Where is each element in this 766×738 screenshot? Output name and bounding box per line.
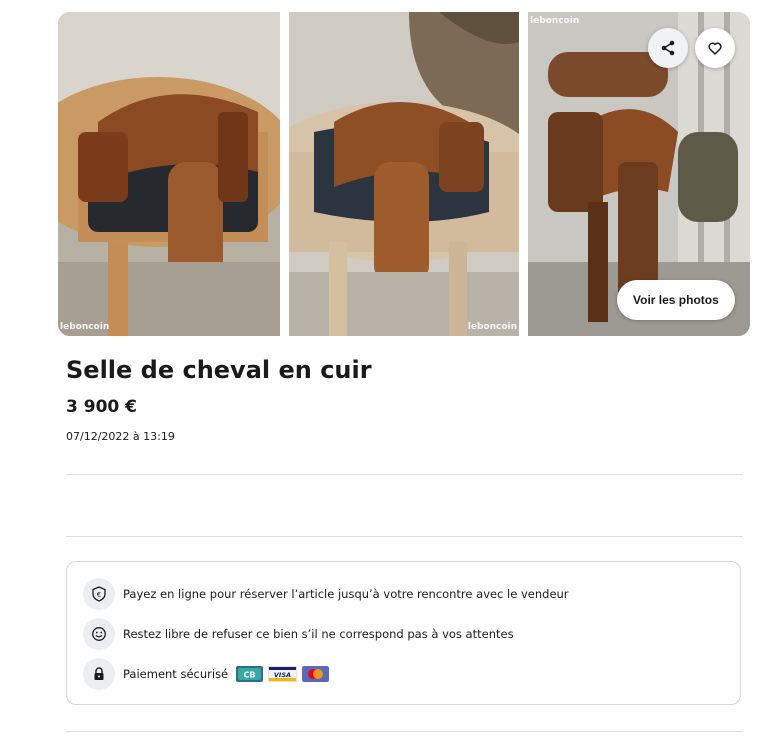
listing-photo-2[interactable]: leboncoin: [289, 12, 519, 336]
cb-card-icon: CB: [236, 666, 264, 682]
watermark: leboncoin: [467, 322, 517, 332]
heart-icon: [708, 42, 722, 55]
euro-shield-icon: €: [83, 578, 115, 610]
payment-info-text: Restez libre de refuser ce bien s’il ne …: [123, 627, 514, 641]
divider: [66, 536, 743, 537]
svg-text:€: €: [97, 591, 101, 599]
svg-text:CB: CB: [244, 671, 256, 680]
mastercard-card-icon: [302, 666, 330, 682]
favorite-button[interactable]: [695, 28, 735, 68]
listing-price: 3 900 €: [66, 397, 137, 417]
lock-icon: [83, 658, 115, 690]
share-button[interactable]: [648, 28, 688, 68]
divider: [66, 731, 743, 732]
photo-gallery[interactable]: leboncoin leboncoin leboncoin Voir les p…: [58, 12, 750, 336]
visa-card-icon: VISA: [268, 666, 298, 682]
listing-date: 07/12/2022 à 13:19: [66, 430, 175, 443]
view-photos-button[interactable]: Voir les photos: [617, 280, 735, 320]
watermark: leboncoin: [530, 16, 580, 26]
secure-payment-card: € Payez en ligne pour réserver l’article…: [66, 561, 741, 705]
payment-info-text: Payez en ligne pour réserver l’article j…: [123, 587, 569, 601]
share-icon: [661, 40, 675, 56]
payment-info-row: Restez libre de refuser ce bien s’il ne …: [83, 618, 514, 650]
smile-icon: [83, 618, 115, 650]
payment-info-row: € Payez en ligne pour réserver l’article…: [83, 578, 569, 610]
listing-photo-1[interactable]: leboncoin: [58, 12, 280, 336]
listing-title: Selle de cheval en cuir: [66, 356, 372, 384]
payment-info-row: Paiement sécurisé CB VISA: [83, 658, 330, 690]
secure-payment-label: Paiement sécurisé: [123, 667, 229, 681]
svg-text:VISA: VISA: [274, 671, 291, 679]
divider: [66, 474, 743, 475]
payment-cards: CB VISA: [236, 666, 330, 682]
watermark: leboncoin: [60, 322, 110, 332]
